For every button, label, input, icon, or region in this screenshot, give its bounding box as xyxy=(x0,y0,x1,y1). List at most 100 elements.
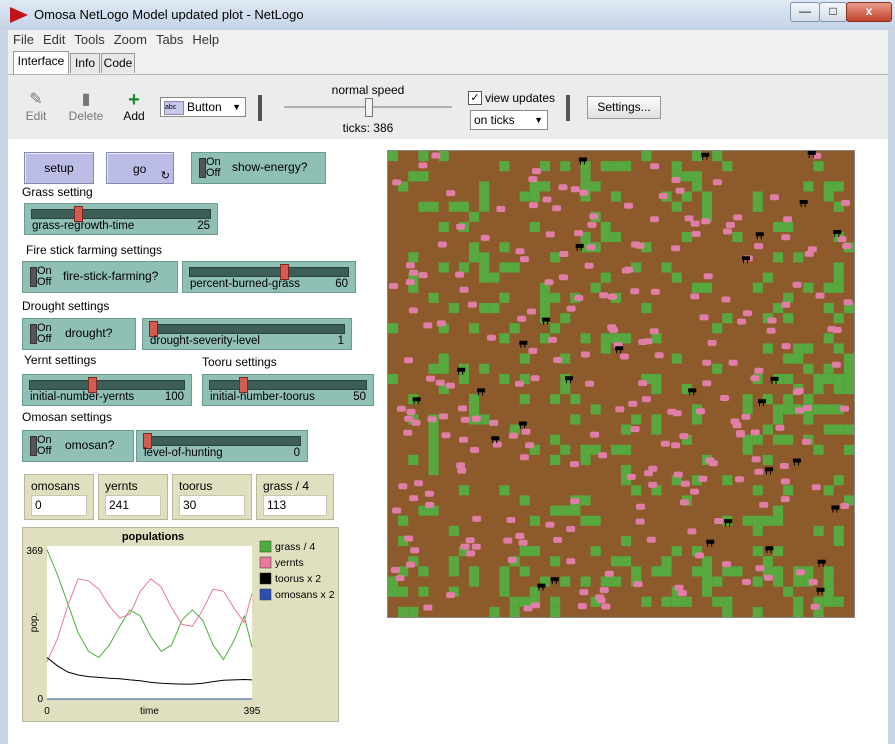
yernt-agent xyxy=(423,322,433,329)
yernt-agent xyxy=(604,570,614,577)
populations-plot: populations 369 0 0 395 time pop. grass / 4 yern… xyxy=(22,527,339,722)
close-button[interactable]: x xyxy=(846,2,892,22)
add-tool-button[interactable]: + Add xyxy=(114,89,154,123)
grass-patch xyxy=(590,181,601,192)
y-tick-label: 0 xyxy=(37,694,43,705)
yernt-agent xyxy=(770,194,779,201)
drought-severity-level-slider[interactable]: drought-severity-level 1 xyxy=(142,318,352,350)
tab-code[interactable]: Code xyxy=(101,53,135,73)
drought-switch[interactable]: On Off drought? xyxy=(22,318,136,350)
grass-regrowth-time-slider[interactable]: grass-regrowth-time 25 xyxy=(24,203,218,235)
switch-toggle[interactable]: On Off xyxy=(27,434,52,458)
grass-patch xyxy=(570,505,581,516)
go-label: go xyxy=(133,162,147,176)
slider-track[interactable] xyxy=(189,267,349,277)
grass-patch xyxy=(691,282,702,293)
slider-track[interactable] xyxy=(149,324,345,334)
menu-edit[interactable]: Edit xyxy=(38,30,69,47)
yernt-agent xyxy=(754,468,764,475)
delete-tool-button[interactable]: ▮ Delete xyxy=(66,89,106,123)
grass-patch xyxy=(641,596,652,607)
grass-patch xyxy=(773,576,784,587)
widget-type-select[interactable]: abc Button ▼ xyxy=(160,97,246,117)
grass-patch xyxy=(509,262,520,273)
show-energy-switch[interactable]: On Off show-energy? xyxy=(191,152,326,184)
yernt-agent xyxy=(396,405,406,412)
yernt-agent xyxy=(781,234,791,241)
yernt-agent xyxy=(631,241,641,248)
grass-patch xyxy=(833,424,844,435)
grass-patch xyxy=(428,292,439,303)
menu-help[interactable]: Help xyxy=(187,30,223,47)
switch-toggle[interactable]: On Off xyxy=(27,265,52,289)
omosan-switch[interactable]: On Off omosan? xyxy=(22,430,134,462)
menu-zoom[interactable]: Zoom xyxy=(109,30,151,47)
grass-patch xyxy=(833,373,844,384)
tab-interface[interactable]: Interface xyxy=(13,51,69,74)
menu-tabs[interactable]: Tabs xyxy=(151,30,187,47)
yernt-agent xyxy=(570,186,580,193)
yernt-agent xyxy=(779,463,789,469)
setup-button[interactable]: setup xyxy=(24,152,94,184)
view-updates-checkbox[interactable]: ✓ xyxy=(468,91,482,105)
grass-patch xyxy=(671,546,682,557)
grass-patch xyxy=(580,576,591,587)
grass-patch xyxy=(691,414,702,425)
grass-patch xyxy=(702,191,713,202)
grass-patch xyxy=(762,424,773,435)
switch-toggle[interactable]: On Off xyxy=(196,156,221,180)
grass-patch xyxy=(418,171,429,182)
grass-patch xyxy=(793,252,804,263)
switch-toggle[interactable]: On Off xyxy=(27,322,52,346)
slider-track[interactable] xyxy=(209,380,367,390)
grass-patch xyxy=(600,161,611,172)
switch-off-label: Off xyxy=(37,333,52,345)
maximize-button[interactable]: □ xyxy=(819,2,847,22)
level-of-hunting-slider[interactable]: level-of-hunting 0 xyxy=(136,430,308,462)
grass-patch xyxy=(550,292,561,303)
speed-slider-thumb[interactable] xyxy=(365,98,373,117)
grass-patch xyxy=(631,414,642,425)
menu-tools[interactable]: Tools xyxy=(69,30,108,47)
yernt-agent xyxy=(671,177,681,183)
grass-patch xyxy=(691,181,702,192)
grass-patch xyxy=(752,201,763,212)
slider-track[interactable] xyxy=(29,380,185,390)
grass-patch xyxy=(722,313,733,324)
fire-stick-farming-switch[interactable]: On Off fire-stick-farming? xyxy=(22,261,178,293)
percent-burned-grass-slider[interactable]: percent-burned-grass 60 xyxy=(182,261,356,293)
world-view[interactable] xyxy=(387,150,855,618)
grass-patch xyxy=(661,262,672,273)
go-button[interactable]: go ↻ xyxy=(106,152,174,184)
yernt-agent xyxy=(446,592,456,599)
x-axis-label: time xyxy=(140,706,159,717)
yernt-agent xyxy=(566,305,576,312)
update-mode-select[interactable]: on ticks ▼ xyxy=(470,110,548,130)
initial-number-toorus-slider[interactable]: initial-number-toorus 50 xyxy=(202,374,374,406)
tab-info[interactable]: Info xyxy=(70,53,100,73)
yernt-agent xyxy=(517,315,527,322)
slider-track[interactable] xyxy=(31,209,211,219)
grass-patch xyxy=(843,384,854,395)
yernt-agent xyxy=(638,380,648,387)
grass-patch xyxy=(813,404,824,415)
yernt-agent xyxy=(608,293,617,300)
settings-button[interactable]: Settings... xyxy=(587,96,661,119)
speed-label: normal speed xyxy=(331,83,405,97)
initial-number-yernts-slider[interactable]: initial-number-yernts 100 xyxy=(22,374,192,406)
yernt-agent xyxy=(455,271,465,278)
yernt-agent xyxy=(725,222,735,228)
yernt-agent xyxy=(628,400,638,407)
slider-track[interactable] xyxy=(143,436,301,446)
menu-file[interactable]: File xyxy=(8,30,38,47)
edit-tool-button[interactable]: ✎ Edit xyxy=(16,89,56,123)
grass-patch xyxy=(742,444,753,455)
grass-patch xyxy=(823,181,834,192)
grass-patch xyxy=(398,606,409,617)
monitor-value: 241 xyxy=(105,495,161,516)
grass-patch xyxy=(773,566,784,577)
grass-patch xyxy=(519,353,530,364)
yernt-agent xyxy=(808,579,818,586)
minimize-button[interactable]: — xyxy=(790,2,820,22)
grass-patch xyxy=(560,384,571,395)
